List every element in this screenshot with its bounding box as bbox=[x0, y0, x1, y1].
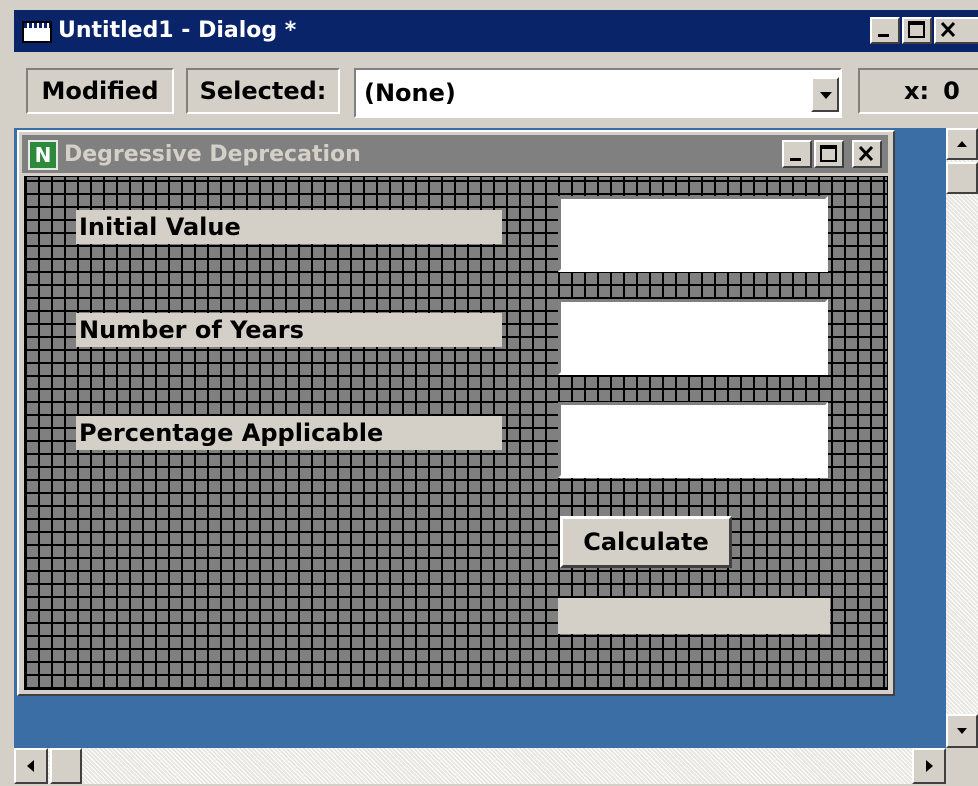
x-coordinate-label: x: bbox=[904, 77, 930, 105]
selected-combobox[interactable]: (None) bbox=[354, 68, 842, 118]
horizontal-scrollbar[interactable] bbox=[14, 748, 946, 784]
scroll-right-button[interactable] bbox=[912, 748, 946, 784]
selected-combobox-value: (None) bbox=[364, 79, 456, 107]
dialog-app-icon: N bbox=[28, 140, 58, 170]
selected-label: Selected: bbox=[186, 68, 340, 114]
vertical-scroll-thumb[interactable] bbox=[946, 162, 978, 194]
close-button[interactable] bbox=[934, 17, 978, 44]
minimize-icon bbox=[790, 158, 801, 161]
percentage-applicable-label: Percentage Applicable bbox=[76, 416, 502, 450]
close-icon bbox=[858, 145, 874, 162]
maximize-icon bbox=[820, 145, 837, 162]
window-title: Untitled1 - Dialog * bbox=[58, 18, 297, 43]
close-icon bbox=[940, 21, 956, 38]
chevron-down-icon[interactable] bbox=[811, 77, 839, 112]
modified-indicator: Modified bbox=[26, 68, 174, 114]
maximize-button[interactable] bbox=[902, 17, 932, 44]
number-of-years-label: Number of Years bbox=[76, 313, 502, 347]
maximize-icon bbox=[908, 21, 925, 38]
scroll-left-button[interactable] bbox=[14, 748, 48, 784]
dialog-minimize-button[interactable] bbox=[782, 140, 812, 168]
percentage-applicable-input[interactable] bbox=[558, 402, 828, 478]
x-coordinate-value: 0 bbox=[943, 77, 960, 105]
scroll-up-button[interactable] bbox=[946, 128, 978, 160]
scrollbar-corner bbox=[946, 748, 978, 784]
dialog-title: Degressive Deprecation bbox=[64, 142, 361, 167]
dialog-close-button[interactable] bbox=[852, 140, 882, 168]
arrow-up-icon bbox=[957, 141, 967, 147]
vertical-scrollbar[interactable] bbox=[946, 128, 978, 748]
minimize-button[interactable] bbox=[870, 17, 900, 44]
scroll-down-button[interactable] bbox=[946, 714, 978, 748]
calculate-button[interactable]: Calculate bbox=[560, 516, 732, 568]
dialog-maximize-button[interactable] bbox=[814, 140, 844, 168]
arrow-right-icon bbox=[926, 760, 933, 772]
arrow-left-icon bbox=[27, 760, 34, 772]
arrow-down-icon bbox=[957, 728, 967, 734]
window-app-icon bbox=[22, 21, 52, 43]
initial-value-label: Initial Value bbox=[76, 210, 502, 244]
result-field bbox=[558, 598, 830, 634]
horizontal-scroll-thumb[interactable] bbox=[50, 748, 82, 784]
x-coordinate-display: x: 0 bbox=[858, 68, 978, 114]
minimize-icon bbox=[878, 34, 889, 37]
initial-value-input[interactable] bbox=[558, 196, 828, 272]
number-of-years-input[interactable] bbox=[558, 299, 828, 375]
